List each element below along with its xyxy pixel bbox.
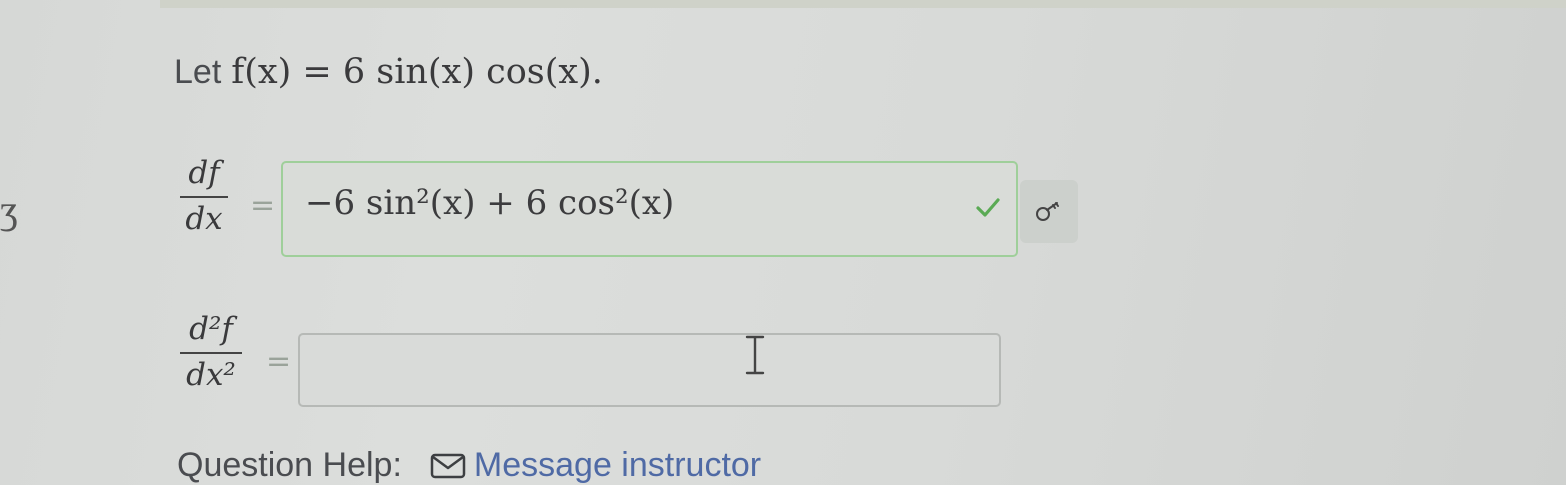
left-edge-partial-glyph: ʒ [0,187,18,232]
message-instructor-link[interactable]: Message instructor [474,446,761,485]
second-derivative-answer-field[interactable] [298,333,1001,407]
let-text: Let [174,53,222,91]
key-icon [1036,201,1059,221]
first-derivative-numerator: df [188,155,220,191]
second-derivative-denominator: dx² [186,356,236,393]
answer-preview-button[interactable] [1020,180,1078,243]
equals-sign: = [266,344,292,379]
text-cursor-icon [745,335,765,375]
first-derivative-denominator: dx [185,200,223,237]
first-derivative-label: df dx [180,155,228,237]
first-derivative-answer-value: −6 sin²(x) + 6 cos²(x) [305,183,675,223]
second-derivative-label: d²f dx² [180,311,242,393]
fraction-bar [180,195,228,198]
checkmark-icon [976,198,1000,217]
mail-icon [430,453,466,478]
question-help: Question Help: Message instructor [177,446,761,485]
second-derivative-numerator: d²f [189,311,233,347]
question-help-label: Question Help: [177,446,402,484]
equals-sign: = [250,188,276,223]
fraction-bar [180,351,242,354]
problem-statement: Let f(x) = 6 sin(x) cos(x). [174,52,603,92]
top-strip [160,0,1566,8]
first-derivative-answer-field[interactable]: −6 sin²(x) + 6 cos²(x) [281,161,1018,257]
function-expression: f(x) = 6 sin(x) cos(x). [231,52,603,92]
